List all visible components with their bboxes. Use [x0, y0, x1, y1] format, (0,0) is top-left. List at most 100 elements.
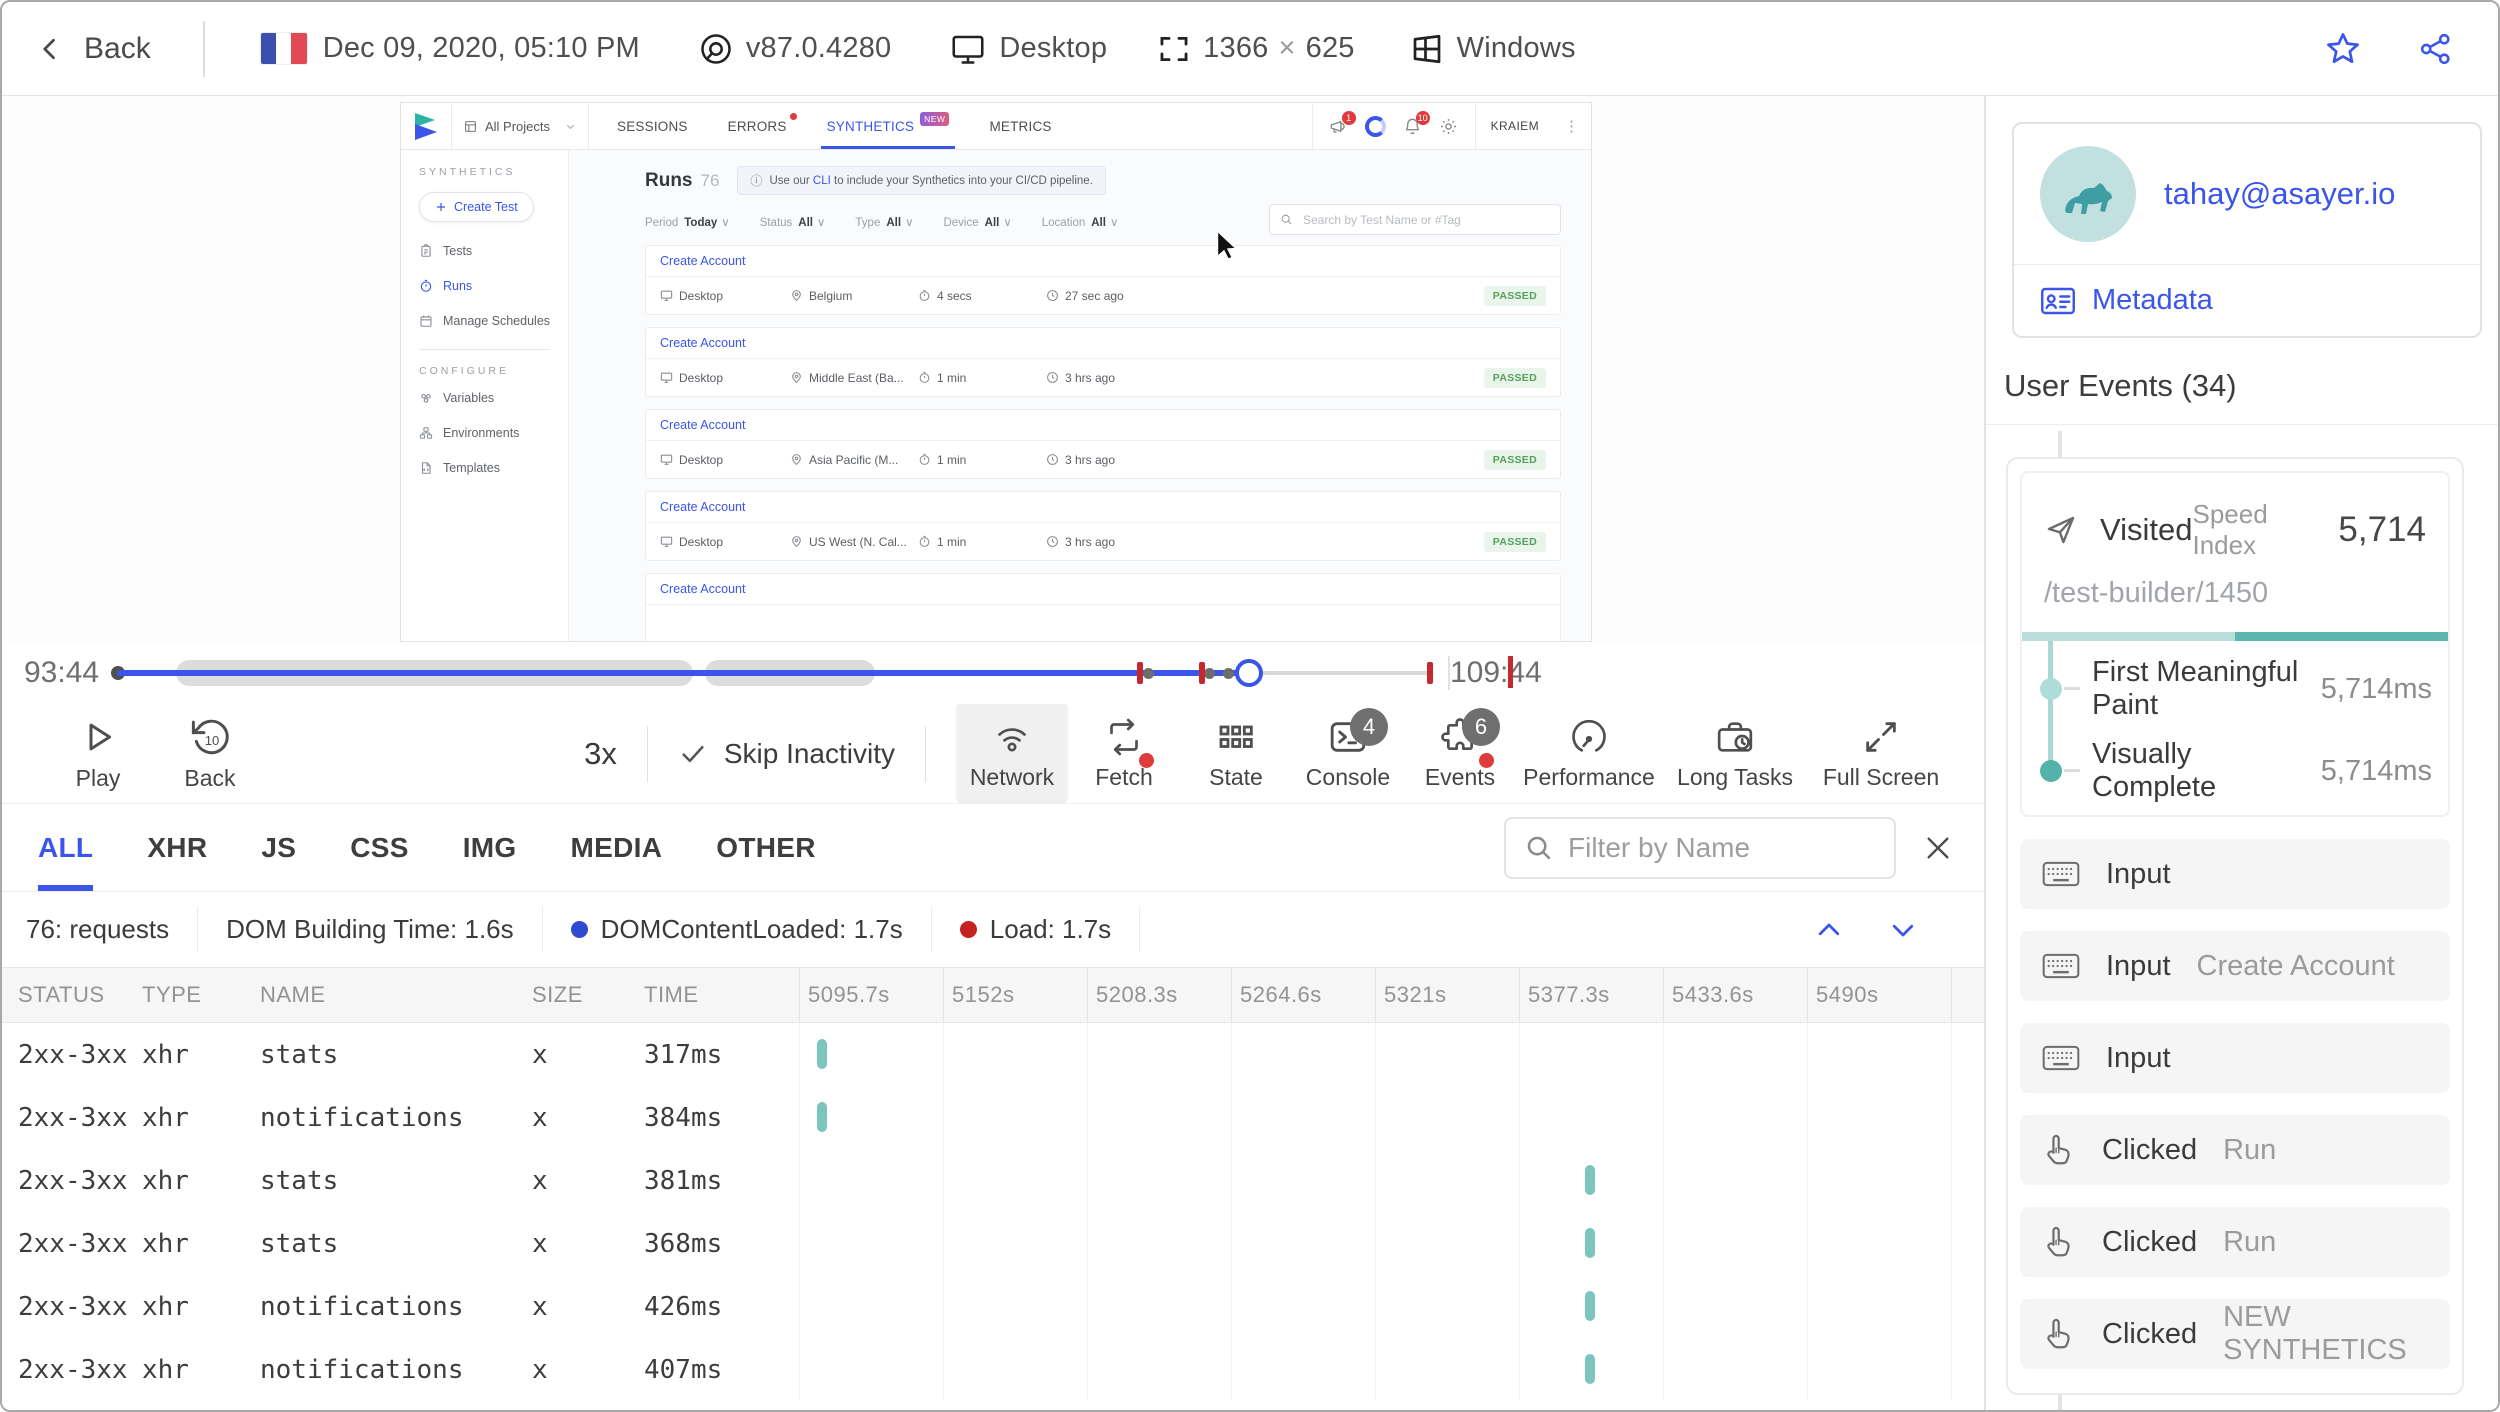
template-file-icon	[419, 461, 433, 475]
run-card: Create Account Desktop Asia Pacific (M..…	[645, 409, 1561, 479]
run-card: Create Account Desktop Belgium 4 secs 27…	[645, 245, 1561, 315]
metric-row: First Meaningful Paint 5,714ms	[2040, 656, 2432, 721]
network-request-row[interactable]: 2xx-3xx xhr notifications x 384ms	[2, 1086, 1984, 1149]
timeline-end-marker	[1508, 656, 1513, 688]
timeline-track[interactable]	[111, 643, 1433, 703]
network-request-row[interactable]: 2xx-3xx xhr stats x 368ms	[2, 1212, 1984, 1275]
full-screen-button[interactable]: Full Screen	[1808, 704, 1954, 803]
event-marker-dot	[1222, 668, 1234, 679]
tab-all[interactable]: ALL	[38, 804, 94, 891]
tab-media[interactable]: MEDIA	[571, 804, 663, 891]
network-panel-button[interactable]: Network	[956, 704, 1068, 803]
clicked-event-card[interactable]: Clicked NEW SYNTHETICS	[2020, 1299, 2450, 1369]
performance-panel-button[interactable]: Performance	[1516, 704, 1662, 803]
input-event-card[interactable]: Input	[2020, 839, 2450, 909]
clock-icon	[1046, 371, 1059, 384]
kebab-menu-icon: ⋮	[1564, 118, 1579, 135]
input-event-card[interactable]: Input Create Account	[2020, 931, 2450, 1001]
tab-img[interactable]: IMG	[463, 804, 517, 891]
tab-js[interactable]: JS	[261, 804, 296, 891]
metric-value: 5,714ms	[2320, 672, 2432, 705]
network-filter-input[interactable]	[1566, 830, 1876, 865]
sidebar-item-tests: Tests	[419, 244, 568, 258]
session-replay-window: Back Dec 09, 2020, 05:10 PM v87.0.4280 D…	[0, 0, 2500, 1412]
sidebar-item-manage-schedules: Manage Schedules	[419, 314, 568, 328]
domcontentloaded-stat: DOMContentLoaded: 1.7s	[543, 906, 932, 953]
play-button[interactable]: Play	[42, 704, 154, 803]
metric-name: First Meaningful Paint	[2092, 656, 2299, 721]
tab-xhr[interactable]: XHR	[147, 804, 207, 891]
network-request-row[interactable]: 2xx-3xx xhr notifications x 407ms	[2, 1338, 1984, 1401]
avatar	[2040, 146, 2136, 242]
network-request-row[interactable]: 2xx-3xx xhr stats x 317ms	[2, 1023, 1984, 1086]
skip-inactivity-toggle[interactable]: Skip Inactivity	[678, 738, 895, 770]
requests-count: 76: requests	[2, 906, 199, 953]
tab-css[interactable]: CSS	[350, 804, 408, 891]
clicked-event-card[interactable]: Clicked Run	[2020, 1115, 2450, 1185]
recorded-app-screen[interactable]: All Projects SESSIONS ERRORS SYNTHETICS N…	[400, 102, 1592, 642]
divider	[202, 20, 205, 77]
timeline-playhead[interactable]	[1234, 659, 1263, 687]
metric-dot-icon	[2040, 678, 2080, 700]
request-timing-bar	[817, 1102, 827, 1132]
network-filter-tabs: ALL XHR JS CSS IMG MEDIA OTHER	[2, 804, 1984, 892]
tab-sessions: SESSIONS	[617, 118, 688, 134]
sidebar-section-synthetics: SYNTHETICS	[419, 166, 516, 178]
load-dot-icon	[959, 921, 977, 938]
recorded-app-tabs: SESSIONS ERRORS SYNTHETICS NEW METRICS	[617, 103, 1052, 149]
gauge-icon	[1569, 717, 1609, 757]
back-10s-button[interactable]: 10 Back	[154, 704, 266, 803]
clicked-event-card[interactable]: Clicked Run	[2020, 1207, 2450, 1277]
dom-building-time: DOM Building Time: 1.6s	[198, 906, 543, 953]
metric-value: 5,714ms	[2320, 754, 2432, 787]
share-button[interactable]	[2418, 31, 2454, 67]
metadata-button[interactable]: Metadata	[2014, 264, 2480, 336]
input-event-card[interactable]: Input	[2020, 1023, 2450, 1093]
plus-icon	[435, 201, 447, 213]
back-button[interactable]: Back	[36, 32, 151, 66]
user-email[interactable]: tahay@asayer.io	[2164, 176, 2395, 212]
playback-speed-button[interactable]: 3x	[584, 736, 617, 772]
favorite-star-button[interactable]	[2324, 30, 2362, 68]
request-timing-bar	[817, 1039, 827, 1069]
fetch-icon	[1104, 717, 1144, 757]
announcements-badge: 1	[1341, 110, 1356, 125]
errors-notification-dot	[789, 113, 797, 120]
replay-stage[interactable]: All Projects SESSIONS ERRORS SYNTHETICS N…	[2, 96, 1984, 642]
tab-synthetics: SYNTHETICS NEW	[820, 103, 956, 149]
windows-os-icon	[1409, 31, 1445, 67]
long-tasks-panel-button[interactable]: Long Tasks	[1662, 704, 1808, 803]
run-name-link: Create Account	[646, 410, 1560, 441]
run-card: Create Account	[645, 573, 1561, 641]
jump-prev-button[interactable]	[1814, 915, 1844, 945]
navigate-icon	[2044, 513, 2078, 547]
asayer-logo-icon	[413, 112, 439, 140]
fetch-panel-button[interactable]: Fetch	[1068, 704, 1180, 803]
event-group: Visited Speed Index 5,714 /test-builder/…	[2006, 457, 2464, 1395]
tab-metrics: METRICS	[989, 118, 1052, 134]
runs-list: Create Account Desktop Belgium 4 secs 27…	[645, 245, 1561, 641]
visited-label: Visited	[2100, 512, 2193, 547]
console-panel-button[interactable]: 4 Console	[1292, 704, 1404, 803]
timeline-progress	[117, 670, 1249, 676]
network-request-row[interactable]: 2xx-3xx xhr stats x 381ms	[2, 1149, 1984, 1212]
load-stat: Load: 1.7s	[932, 906, 1141, 953]
visited-event-card[interactable]: Visited Speed Index 5,714 /test-builder/…	[2020, 471, 2450, 817]
sidebar-item-environments: Environments	[419, 426, 568, 440]
run-name-link: Create Account	[646, 246, 1560, 277]
events-panel-button[interactable]: 6 Events	[1404, 704, 1516, 803]
speed-index-label: Speed Index	[2192, 499, 2268, 560]
close-panel-button[interactable]	[1922, 832, 1954, 864]
jump-next-button[interactable]	[1888, 915, 1918, 945]
hierarchy-icon	[419, 426, 433, 440]
request-timing-bar	[1585, 1228, 1595, 1258]
dcl-dot-icon	[570, 921, 588, 938]
network-request-row[interactable]: 2xx-3xx xhr notifications x 426ms	[2, 1275, 1984, 1338]
runs-page-title: Runs	[645, 169, 693, 191]
run-card: Create Account Desktop Middle East (Ba..…	[645, 327, 1561, 397]
tab-other[interactable]: OTHER	[716, 804, 816, 891]
top-bar: Back Dec 09, 2020, 05:10 PM v87.0.4280 D…	[2, 2, 2498, 96]
state-panel-button[interactable]: State	[1180, 704, 1292, 803]
status-badge: PASSED	[1483, 285, 1546, 306]
search-icon	[1280, 213, 1293, 226]
